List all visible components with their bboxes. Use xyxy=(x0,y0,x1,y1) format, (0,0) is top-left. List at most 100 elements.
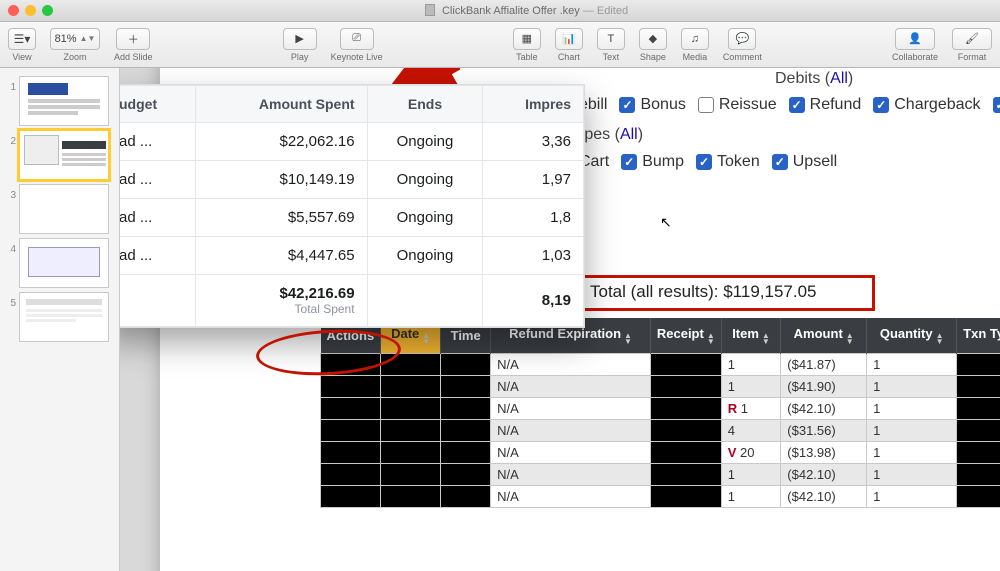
cursor-icon: ↖ xyxy=(660,214,672,231)
slide-thumb-4[interactable] xyxy=(19,238,109,288)
sort-icon[interactable]: ▲▼ xyxy=(936,333,944,345)
checkbox-label: Bonus xyxy=(640,96,685,114)
cell-item: R 1 xyxy=(721,398,781,420)
cell-refund: N/A xyxy=(491,354,651,376)
format-button[interactable]: 🖌 xyxy=(952,28,992,50)
checkbox-chargeback[interactable]: ✓ Chargeback xyxy=(873,96,980,114)
keynote-live-label: Keynote Live xyxy=(331,52,383,62)
checkbox-icon: ✓ xyxy=(621,154,637,170)
checkbox-reissue[interactable]: Reissue xyxy=(698,96,777,114)
checkbox-label: Upsell xyxy=(793,153,837,171)
keynote-live-button[interactable]: ⎚ xyxy=(340,28,374,50)
chart-button[interactable]: 📊 xyxy=(555,28,583,50)
fb-row-ends: Ongoing xyxy=(367,237,483,275)
checkbox-icon: ✓ xyxy=(993,97,1000,113)
slide-thumb-5[interactable] xyxy=(19,292,109,342)
format-label: Format xyxy=(958,52,987,62)
cell-qty: 1 xyxy=(867,486,957,508)
sort-icon[interactable]: ▲▼ xyxy=(624,333,632,345)
table-row[interactable]: N/A 1 ($42.10) 1 xyxy=(321,486,1000,508)
col-ends: Ends xyxy=(367,86,483,123)
col-budget: udget xyxy=(120,86,196,123)
fb-row-name: ad ... xyxy=(120,237,196,275)
table-row[interactable]: N/A 1 ($42.10) 1 xyxy=(321,464,1000,486)
col-quantity[interactable]: Quantity▲▼ xyxy=(867,318,957,354)
add-slide-button[interactable]: ＋ xyxy=(116,28,150,50)
col-item[interactable]: Item▲▼ xyxy=(721,318,781,354)
comment-button[interactable]: 💬 xyxy=(728,28,756,50)
fb-total-spent: $42,216.69Total Spent xyxy=(196,275,367,327)
cell-amount: ($13.98) xyxy=(781,442,867,464)
minimize-icon[interactable] xyxy=(25,5,36,16)
checkbox-bonus[interactable]: ✓Bonus xyxy=(619,96,685,114)
cell-qty: 1 xyxy=(867,464,957,486)
cell-item: 4 xyxy=(721,420,781,442)
close-icon[interactable] xyxy=(8,5,19,16)
slide-thumb-2[interactable] xyxy=(19,130,109,180)
sort-icon[interactable]: ▲▼ xyxy=(707,333,715,345)
view-label: View xyxy=(12,52,31,62)
cell-refund: N/A xyxy=(491,464,651,486)
checkbox-icon xyxy=(698,97,714,113)
cell-refund: N/A xyxy=(491,376,651,398)
cell-refund: N/A xyxy=(491,398,651,420)
col-impres: Impres xyxy=(483,86,584,123)
table-button[interactable]: ▦ xyxy=(513,28,541,50)
media-button[interactable]: ♫ xyxy=(681,28,709,50)
fb-row-imp: 1,03 xyxy=(483,237,584,275)
cell-qty: 1 xyxy=(867,420,957,442)
collaborate-button[interactable]: 👤 xyxy=(895,28,935,50)
fb-row-spent: $4,447.65 xyxy=(196,237,367,275)
table-row[interactable]: N/A 1 ($41.90) 1 xyxy=(321,376,1000,398)
col-receipt[interactable]: Receipt▲▼ xyxy=(650,318,721,354)
checkbox-icon: ✓ xyxy=(873,97,889,113)
cell-qty: 1 xyxy=(867,398,957,420)
slide-thumb-1[interactable] xyxy=(19,76,109,126)
checkbox-token[interactable]: ✓ Token xyxy=(696,153,760,171)
checkbox-bump[interactable]: ✓Bump xyxy=(621,153,684,171)
chart-label: Chart xyxy=(558,52,580,62)
add-slide-label: Add Slide xyxy=(114,52,153,62)
zoom-selector[interactable]: 81%▲▼ xyxy=(50,28,100,50)
cell-qty: 1 xyxy=(867,354,957,376)
checkbox-upsell[interactable]: ✓Upsell xyxy=(772,153,837,171)
checkbox-icon: ✓ xyxy=(789,97,805,113)
checkbox-label: Token xyxy=(717,153,760,171)
cell-item: 1 xyxy=(721,464,781,486)
fullscreen-icon[interactable] xyxy=(42,5,53,16)
shape-button[interactable]: ◆ xyxy=(639,28,667,50)
sort-icon[interactable]: ▲▼ xyxy=(762,333,770,345)
col-txn-type[interactable]: Txn Type▲▼ xyxy=(957,318,1000,354)
rtypes-all-link[interactable]: All xyxy=(620,126,638,143)
slide-navigator[interactable]: 1 2 3 4 5 xyxy=(0,68,120,571)
window-title: ClickBank Affialite Offer .key xyxy=(442,5,580,17)
checkbox-bounced[interactable]: ✓Bounced xyxy=(993,96,1000,114)
checkbox-icon: ✓ xyxy=(696,154,712,170)
slide-thumb-3[interactable] xyxy=(19,184,109,234)
fb-row-name: ad ... xyxy=(120,199,196,237)
edited-indicator: — Edited xyxy=(583,5,628,17)
debits-all-link[interactable]: All xyxy=(830,70,848,87)
zoom-value: 81% xyxy=(55,33,77,45)
document-icon xyxy=(425,4,435,16)
col-amount[interactable]: Amount▲▼ xyxy=(781,318,867,354)
debits-heading: Debits (All) xyxy=(775,70,853,88)
text-button[interactable]: T xyxy=(597,28,625,50)
slide-canvas[interactable]: Role: -- ▲▼ Debits (All) ebill✓BonusReis… xyxy=(120,68,1000,571)
view-button[interactable]: ☰▾ xyxy=(8,28,36,50)
cell-refund: N/A xyxy=(491,486,651,508)
cell-item: V 20 xyxy=(721,442,781,464)
cell-item: 1 xyxy=(721,376,781,398)
cell-amount: ($42.10) xyxy=(781,398,867,420)
fb-row-spent: $22,062.16 xyxy=(196,123,367,161)
play-button[interactable]: ▶ xyxy=(283,28,317,50)
cell-refund: N/A xyxy=(491,420,651,442)
table-row[interactable]: N/A 1 ($41.87) 1 xyxy=(321,354,1000,376)
checkbox-label: Chargeback xyxy=(894,96,980,114)
table-row[interactable]: N/A 4 ($31.56) 1 k xyxy=(321,420,1000,442)
table-row[interactable]: N/A V 20 ($13.98) 1 k xyxy=(321,442,1000,464)
checkbox-refund[interactable]: ✓Refund xyxy=(789,96,862,114)
sort-icon[interactable]: ▲▼ xyxy=(846,333,854,345)
table-row[interactable]: N/A R 1 ($42.10) 1 xyxy=(321,398,1000,420)
sort-icon[interactable]: ▲▼ xyxy=(422,333,430,345)
